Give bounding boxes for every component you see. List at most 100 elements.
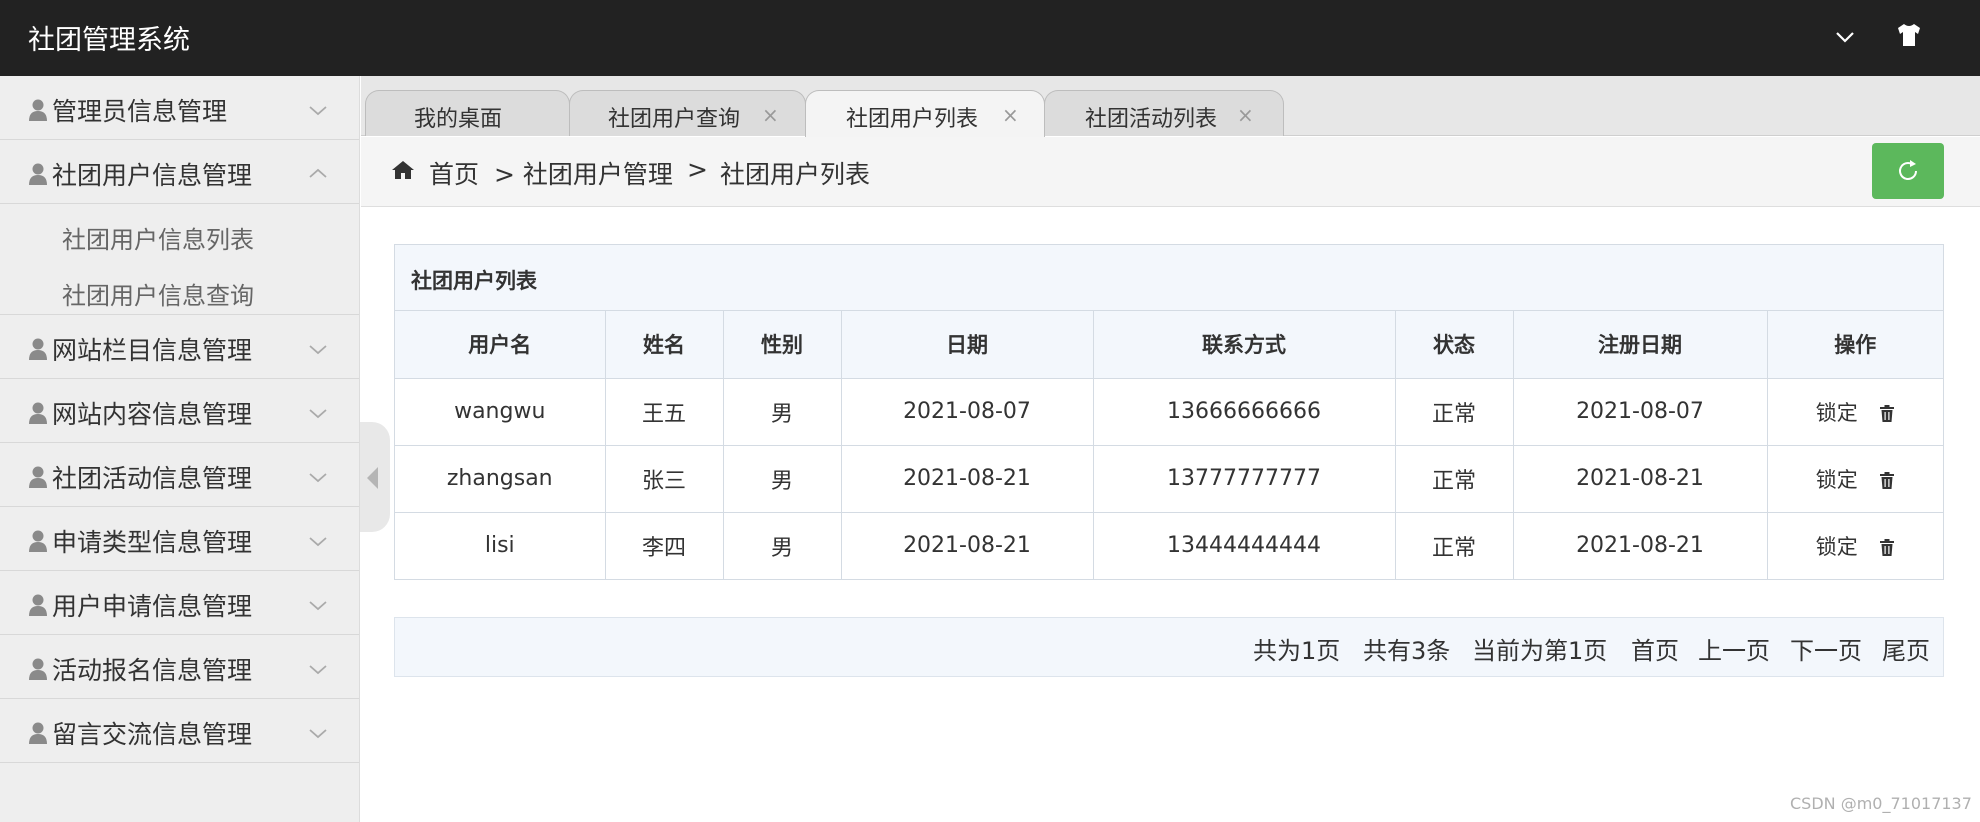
breadcrumb-current: 社团用户列表 (720, 160, 871, 189)
breadcrumb-home[interactable]: 首页 (429, 155, 479, 191)
pager-current-page: 当前为第1页 (1472, 637, 1608, 665)
sidebar-item-club-user-info[interactable]: 社团用户信息管理 (0, 140, 359, 204)
cell-actions: 锁定 (1767, 445, 1943, 513)
pager-first-link[interactable]: 首页 (1631, 631, 1679, 666)
column-header: 操作 (1767, 311, 1943, 379)
refresh-icon (1899, 160, 1917, 180)
sidebar-item-site-content-info[interactable]: 网站内容信息管理 (0, 379, 359, 443)
tab-club-user-list[interactable]: 社团用户列表 × (805, 90, 1045, 137)
lock-button[interactable]: 锁定 (1816, 401, 1858, 425)
watermark-text: CSDN @m0_71017137 (1790, 794, 1972, 813)
cell-status: 正常 (1395, 512, 1514, 579)
sidebar-item-label: 申请类型信息管理 (52, 528, 253, 557)
cell-username: lisi (395, 512, 606, 579)
close-icon[interactable]: × (1002, 103, 1019, 127)
tab-bar: 我的桌面 社团用户查询 × 社团用户列表 × 社团活动列表 × (361, 76, 1980, 137)
panel-header: 社团用户列表 (395, 245, 1943, 311)
cell-phone: 13777777777 (1093, 445, 1396, 513)
table-row: zhangsan 张三 男 2021-08-21 13777777777 正常 … (395, 445, 1943, 513)
user-icon (29, 722, 47, 744)
pager-total-records: 共有3条 (1363, 637, 1451, 665)
sidebar-item-label: 留言交流信息管理 (52, 720, 253, 749)
tab-club-user-query[interactable]: 社团用户查询 × (569, 90, 806, 136)
lock-button[interactable]: 锁定 (1816, 535, 1858, 559)
tshirt-icon[interactable] (1894, 20, 1924, 50)
cell-reg-date: 2021-08-21 (1513, 445, 1768, 513)
cell-date: 2021-08-21 (841, 512, 1094, 579)
user-icon (29, 658, 47, 680)
sidebar-item-user-apply-info[interactable]: 用户申请信息管理 (0, 571, 359, 635)
breadcrumb-separator: > (687, 155, 708, 184)
pagination: 共为1页 共有3条 当前为第1页 首页 上一页 下一页 尾页 (394, 617, 1944, 677)
cell-username: zhangsan (395, 445, 606, 513)
cell-phone: 13666666666 (1093, 378, 1396, 446)
table-row: wangwu 王五 男 2021-08-07 13666666666 正常 20… (395, 378, 1943, 446)
user-icon (29, 530, 47, 552)
panel-title: 社团用户列表 (411, 269, 537, 293)
sidebar-subitem-club-user-list[interactable]: 社团用户信息列表 (62, 220, 254, 255)
trash-icon[interactable] (1879, 471, 1895, 490)
sidebar-subitem-club-user-query[interactable]: 社团用户信息查询 (62, 276, 254, 311)
lock-button[interactable]: 锁定 (1816, 468, 1858, 492)
pager-total-pages: 共为1页 (1253, 637, 1341, 665)
chevron-down-icon (309, 537, 327, 547)
user-icon (29, 466, 47, 488)
pager-last-link[interactable]: 尾页 (1882, 631, 1930, 666)
sidebar-item-admin-info[interactable]: 管理员信息管理 (0, 76, 359, 140)
cell-status: 正常 (1395, 378, 1514, 446)
sidebar-item-label: 网站栏目信息管理 (52, 336, 253, 365)
sidebar-item-label: 用户申请信息管理 (52, 592, 253, 621)
cell-username: wangwu (395, 378, 606, 446)
sidebar-item-label: 网站内容信息管理 (52, 400, 253, 429)
column-header: 姓名 (605, 311, 724, 379)
chevron-down-icon (309, 729, 327, 739)
column-header: 联系方式 (1093, 311, 1396, 379)
cell-reg-date: 2021-08-21 (1513, 512, 1768, 579)
tab-club-activity-list[interactable]: 社团活动列表 × (1044, 90, 1284, 136)
chevron-down-icon[interactable] (1832, 24, 1858, 50)
column-header: 性别 (723, 311, 842, 379)
pager-prev-link[interactable]: 上一页 (1698, 631, 1770, 666)
user-icon (29, 99, 47, 121)
trash-icon[interactable] (1879, 404, 1895, 423)
user-table: 用户名 姓名 性别 日期 联系方式 状态 注册日期 操作 wangwu 王五 男… (395, 311, 1943, 579)
breadcrumb-club-user-manage[interactable]: > 社团用户管理 (494, 155, 673, 191)
cell-name: 李四 (605, 512, 724, 579)
refresh-button[interactable] (1872, 143, 1944, 199)
chevron-up-icon (309, 168, 327, 178)
chevron-down-icon (309, 106, 327, 116)
sidebar-submenu: 社团用户信息列表 社团用户信息查询 (0, 204, 359, 315)
pager-next-link[interactable]: 下一页 (1790, 631, 1862, 666)
sidebar-item-club-activity-info[interactable]: 社团活动信息管理 (0, 443, 359, 507)
sidebar-item-activity-signup-info[interactable]: 活动报名信息管理 (0, 635, 359, 699)
trash-icon[interactable] (1879, 538, 1895, 557)
cell-actions: 锁定 (1767, 512, 1943, 579)
cell-date: 2021-08-21 (841, 445, 1094, 513)
top-header: 社团管理系统 (0, 0, 1980, 76)
sidebar-item-site-column-info[interactable]: 网站栏目信息管理 (0, 315, 359, 379)
tab-label: 社团活动列表 (1085, 107, 1218, 132)
column-header: 注册日期 (1513, 311, 1768, 379)
cell-gender: 男 (723, 378, 842, 446)
column-header: 用户名 (395, 311, 606, 379)
sidebar-item-apply-type-info[interactable]: 申请类型信息管理 (0, 507, 359, 571)
chevron-down-icon (309, 345, 327, 355)
cell-date: 2021-08-07 (841, 378, 1094, 446)
column-header: 状态 (1395, 311, 1514, 379)
user-icon (29, 402, 47, 424)
sidebar-item-label: 活动报名信息管理 (52, 656, 253, 685)
tab-label: 社团用户列表 (846, 107, 979, 132)
sidebar: 管理员信息管理 社团用户信息管理 社团用户信息列表 社团用户信息查询 网站栏目信… (0, 76, 360, 822)
close-icon[interactable]: × (1237, 103, 1254, 127)
user-icon (29, 163, 47, 185)
cell-gender: 男 (723, 512, 842, 579)
sidebar-item-message-info[interactable]: 留言交流信息管理 (0, 699, 359, 763)
tab-label: 我的桌面 (414, 107, 503, 132)
sidebar-collapse-handle[interactable] (360, 422, 390, 532)
close-icon[interactable]: × (762, 103, 779, 127)
cell-gender: 男 (723, 445, 842, 513)
cell-reg-date: 2021-08-07 (1513, 378, 1768, 446)
tab-my-desktop[interactable]: 我的桌面 (365, 90, 570, 136)
table-header-row: 用户名 姓名 性别 日期 联系方式 状态 注册日期 操作 (395, 311, 1943, 379)
breadcrumb: 首页 > 社团用户管理 > 社团用户列表 (361, 137, 1980, 207)
